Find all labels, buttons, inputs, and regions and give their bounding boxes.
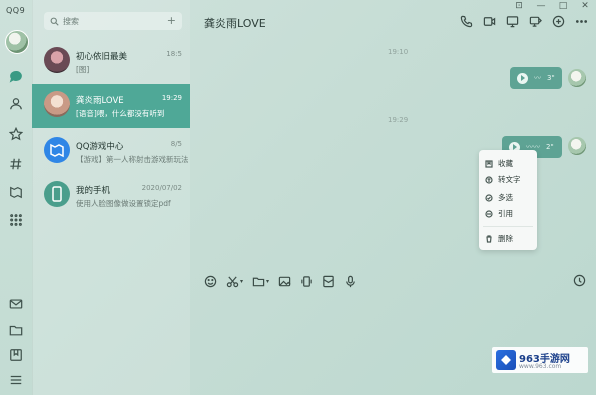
sender-avatar[interactable] — [568, 137, 586, 155]
input-toolbar: ▾ ▾ — [204, 274, 357, 288]
channels-icon[interactable] — [8, 156, 24, 172]
conversation-name: 初心依旧最美 — [76, 52, 128, 62]
pin-icon[interactable]: ⊡ — [514, 1, 524, 11]
menu-item-label: 多选 — [498, 193, 513, 202]
games-icon[interactable] — [8, 184, 24, 200]
chat-pane: ⊡ — □ ✕ 龚炎雨LOVE 19:10 〰 3" 19:29 〰〰 2" 收… — [190, 0, 596, 395]
favorites-icon[interactable] — [8, 126, 24, 142]
menu-item-label: 转文字 — [498, 175, 521, 184]
conversation-list: 搜索 + 初心依旧最美 18:5 [图] 龚炎雨LOVE 19:29 [语音]喂… — [32, 0, 190, 395]
context-menu: 收藏 转文字 多选 引用 删除 — [479, 150, 537, 250]
conversation-time: 18:5 — [166, 50, 182, 58]
menu-item-label: 删除 — [498, 234, 513, 243]
chat-header-actions — [459, 14, 588, 28]
quote-icon — [485, 209, 493, 218]
shake-icon[interactable] — [300, 274, 313, 288]
screenshot-icon[interactable]: ▾ — [226, 274, 243, 288]
conversation-name: QQ游戏中心 — [76, 142, 124, 152]
voice-call-icon[interactable] — [459, 14, 473, 28]
sender-avatar[interactable] — [568, 69, 586, 87]
game-center-icon — [50, 143, 64, 158]
conversation-time: 8/5 — [170, 140, 182, 148]
convert-text-icon — [485, 175, 493, 184]
search-icon — [50, 17, 59, 26]
search-bar[interactable]: 搜索 + — [44, 12, 182, 30]
history-clock-icon[interactable] — [573, 274, 586, 290]
close-button[interactable]: ✕ — [580, 1, 590, 11]
conversation-preview: 【游戏】第一人称射击游戏新玩法带给... — [76, 155, 188, 164]
bookmark-box-icon[interactable] — [8, 347, 24, 363]
conversation-preview: 使用人脸图像做设置锁定pdf — [76, 199, 171, 208]
window-controls: ⊡ — □ ✕ — [514, 1, 590, 11]
mail-icon[interactable] — [8, 296, 24, 312]
emoji-icon[interactable] — [204, 274, 217, 288]
bookmark-icon — [485, 159, 493, 168]
voice-message-bubble[interactable]: 〰 3" — [510, 67, 562, 89]
menu-item-quote[interactable]: 引用 — [485, 208, 513, 219]
message-timestamp: 19:10 — [388, 48, 409, 56]
conversation-time: 19:29 — [161, 94, 182, 102]
minimize-button[interactable]: — — [536, 1, 546, 11]
menu-item-to-text[interactable]: 转文字 — [485, 174, 521, 185]
conversation-preview: [图] — [76, 65, 90, 74]
screen-share-icon[interactable] — [505, 14, 519, 28]
voice-duration: 2" — [546, 143, 554, 151]
menu-item-label: 收藏 — [498, 159, 513, 168]
search-input[interactable]: 搜索 — [63, 16, 79, 27]
menu-item-favorite[interactable]: 收藏 — [485, 158, 513, 169]
trash-icon — [485, 234, 493, 243]
avatar — [44, 91, 70, 117]
maximize-button[interactable]: □ — [558, 1, 568, 11]
play-icon[interactable] — [517, 72, 528, 84]
folder-icon[interactable] — [8, 322, 24, 338]
conversation-item[interactable]: 初心依旧最美 18:5 [图] — [32, 40, 190, 84]
menu-icon[interactable] — [8, 372, 24, 388]
video-call-icon[interactable] — [482, 14, 496, 28]
add-member-icon[interactable] — [551, 14, 565, 28]
chat-title: 龚炎雨LOVE — [204, 17, 266, 30]
menu-divider — [483, 226, 533, 227]
conversation-preview: [语音]喂，什么都没有听到 — [76, 109, 165, 118]
message-timestamp: 19:29 — [388, 116, 409, 124]
messages-icon[interactable] — [8, 68, 24, 84]
voice-wave-icon: 〰 — [534, 74, 541, 82]
conversation-item[interactable]: 我的手机 2020/07/02 使用人脸图像做设置锁定pdf — [32, 174, 190, 218]
phone-icon — [52, 186, 62, 202]
menu-item-delete[interactable]: 删除 — [485, 233, 513, 244]
microphone-icon[interactable] — [344, 274, 357, 288]
conversation-name: 我的手机 — [76, 186, 111, 196]
watermark-subtitle: www.963.com — [519, 363, 562, 370]
chevron-down-icon[interactable]: ▾ — [240, 278, 243, 285]
remote-assist-icon[interactable] — [528, 14, 542, 28]
qq-window: QQ9 搜索 + 初心依旧最美 18:5 [图] 龚炎雨LOVE 19:29 [… — [0, 0, 596, 395]
app-brand: QQ9 — [6, 6, 26, 15]
my-avatar[interactable] — [5, 30, 29, 54]
menu-item-multi-select[interactable]: 多选 — [485, 192, 513, 203]
game-center-avatar — [44, 137, 70, 163]
contacts-icon[interactable] — [8, 96, 24, 112]
image-icon[interactable] — [278, 274, 291, 288]
left-rail: QQ9 — [0, 0, 33, 395]
conversation-item-selected[interactable]: 龚炎雨LOVE 19:29 [语音]喂，什么都没有听到 — [32, 84, 190, 128]
red-packet-icon[interactable] — [322, 274, 335, 288]
conversation-name: 龚炎雨LOVE — [76, 96, 124, 106]
add-icon[interactable]: + — [167, 14, 176, 27]
avatar — [44, 47, 70, 73]
menu-item-label: 引用 — [498, 209, 513, 218]
conversation-time: 2020/07/02 — [141, 184, 182, 192]
more-icon[interactable] — [574, 14, 588, 28]
apps-grid-icon[interactable] — [8, 212, 24, 228]
folder-send-icon[interactable]: ▾ — [252, 274, 269, 288]
multi-select-icon — [485, 193, 493, 202]
voice-duration: 3" — [547, 74, 555, 82]
site-watermark: 963手游网 www.963.com — [492, 347, 588, 373]
my-phone-avatar — [44, 181, 70, 207]
chevron-down-icon[interactable]: ▾ — [266, 278, 269, 285]
watermark-logo — [496, 350, 516, 370]
conversation-item[interactable]: QQ游戏中心 8/5 【游戏】第一人称射击游戏新玩法带给... — [32, 130, 190, 174]
